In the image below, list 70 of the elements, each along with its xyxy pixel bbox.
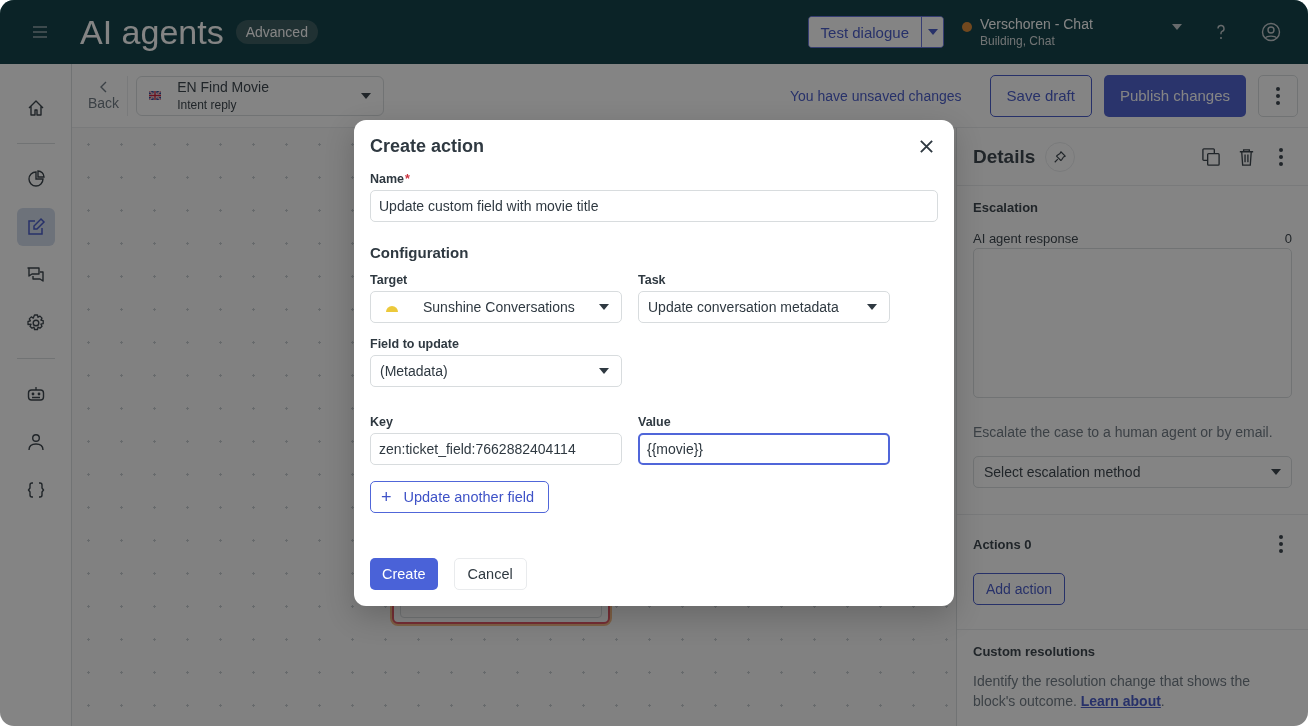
edit-icon bbox=[25, 217, 46, 237]
intent-dropdown[interactable]: EN Find Movie Intent reply bbox=[136, 75, 385, 116]
section-title: Actions 0 bbox=[973, 536, 1032, 552]
app-title: AI agents bbox=[80, 12, 224, 52]
copy-icon bbox=[1201, 146, 1221, 167]
field-label: Key bbox=[370, 415, 394, 429]
person-icon bbox=[25, 432, 46, 452]
chevron-left-icon bbox=[98, 80, 109, 93]
description-text: Identify the resolution change that shows the block's outcome. Learn about. bbox=[973, 672, 1252, 711]
caret-icon bbox=[867, 304, 877, 310]
section-title: Configuration bbox=[370, 244, 470, 261]
escalation-dropdown[interactable]: Select escalation method bbox=[973, 456, 1292, 488]
learn-about-link[interactable]: Learn about bbox=[1080, 693, 1161, 709]
plus-icon: + bbox=[381, 486, 392, 508]
section-title: Custom resolutions bbox=[973, 644, 1097, 659]
field-label: Task bbox=[638, 273, 667, 287]
section-title: Escalation bbox=[973, 200, 1040, 215]
field-label: AI agent response bbox=[973, 231, 1079, 246]
back-button[interactable]: Back bbox=[80, 75, 129, 116]
flag-icon bbox=[149, 91, 162, 100]
character-count: 0 bbox=[1284, 231, 1292, 246]
field-label: Name bbox=[370, 172, 405, 186]
pin-icon bbox=[1053, 149, 1068, 164]
field-label: Field to update bbox=[370, 337, 460, 351]
select-field[interactable]: Sunshine Conversations bbox=[370, 291, 622, 323]
hint-text: Escalate the case to a human agent or by email. bbox=[973, 424, 1274, 440]
select-field[interactable]: Update conversation metadata bbox=[638, 291, 890, 323]
required-mark: * bbox=[405, 172, 410, 186]
field-label: Value bbox=[638, 415, 672, 429]
plan-badge: Advanced bbox=[235, 20, 318, 44]
settings-icon bbox=[25, 313, 46, 333]
text-field[interactable]: zen:ticket_field:7662882404114 bbox=[370, 433, 622, 465]
cancel-button[interactable]: Cancel bbox=[453, 558, 527, 590]
add-action-button[interactable]: Add action bbox=[973, 573, 1066, 605]
panel-title: Details bbox=[973, 145, 1036, 168]
copy-button[interactable] bbox=[1200, 145, 1222, 168]
select-field[interactable]: (Metadata) bbox=[370, 355, 622, 387]
pie-chart-icon bbox=[25, 169, 46, 189]
unsaved-changes-text: You have unsaved changes bbox=[790, 87, 962, 104]
text-field[interactable]: {{movie}} bbox=[638, 433, 890, 465]
caret-icon[interactable] bbox=[1172, 24, 1182, 30]
save-draft-button[interactable]: Save draft bbox=[989, 74, 1092, 117]
sidebar-item[interactable] bbox=[16, 208, 55, 246]
caret-icon bbox=[599, 368, 609, 374]
create-button[interactable]: Create bbox=[370, 558, 438, 590]
more-icon bbox=[1276, 86, 1280, 105]
name-field[interactable]: Update custom field with movie title bbox=[370, 190, 938, 222]
more-icon bbox=[1279, 535, 1283, 553]
caret-icon bbox=[1271, 469, 1281, 475]
dropdown-button[interactable] bbox=[921, 17, 943, 47]
field-label: Target bbox=[370, 273, 409, 287]
more-button[interactable] bbox=[1258, 74, 1298, 117]
caret-icon bbox=[361, 92, 372, 99]
dialog-title: Create action bbox=[370, 135, 485, 157]
workspace-subtitle: Building, Chat bbox=[980, 34, 1056, 48]
caret-icon bbox=[599, 304, 609, 310]
robot-icon bbox=[25, 384, 46, 404]
profile-icon[interactable] bbox=[1260, 21, 1282, 43]
workspace-name[interactable]: Verschoren - Chat bbox=[980, 16, 1172, 32]
chat-bubbles-icon bbox=[25, 265, 46, 285]
braces-icon bbox=[25, 480, 46, 500]
close-icon bbox=[918, 138, 934, 154]
intent-subtitle: Intent reply bbox=[177, 98, 238, 112]
add-field-button[interactable]: + Update another field bbox=[370, 481, 550, 513]
more-icon bbox=[1279, 147, 1283, 166]
intent-title: EN Find Movie bbox=[177, 79, 270, 95]
publish-button[interactable]: Publish changes bbox=[1103, 74, 1246, 117]
caret-icon bbox=[927, 29, 938, 35]
status-dot bbox=[962, 22, 972, 32]
pin-button[interactable] bbox=[1045, 141, 1076, 172]
